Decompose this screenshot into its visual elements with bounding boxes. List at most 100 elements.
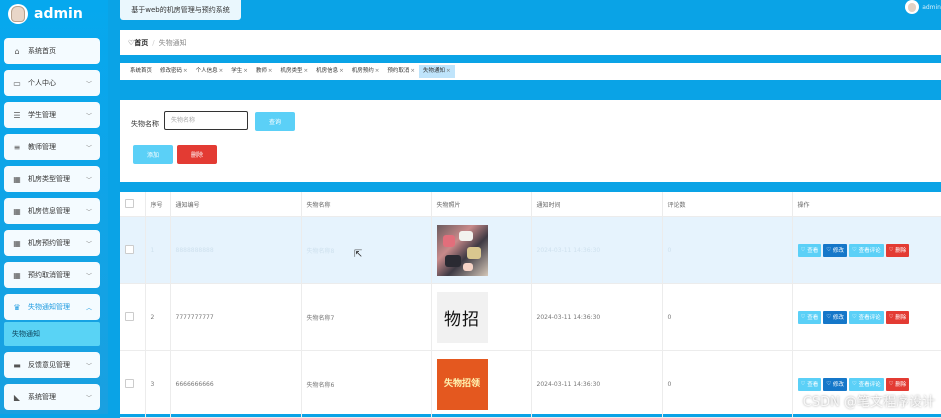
view-button[interactable]: ♡ 查看 [797,310,822,324]
breadcrumb-current: 失物通知 [158,38,187,47]
grid-icon: ▦ [13,270,21,280]
sidebar-item-feedback[interactable]: ▬ 反馈意见管理 ﹀ [4,352,100,378]
search-panel: 失物名称 查询 添加 删除 [120,100,941,182]
tab-booking-cancel[interactable]: 预约取消× [383,65,419,78]
lost-item-photo[interactable]: 物招 [436,291,488,343]
row-name: 失物名称8 [301,216,432,284]
edit-button[interactable]: ♡ 修改 [823,310,847,324]
row-delete-button[interactable]: ♡ 删除 [885,243,910,257]
sidebar-item-booking-cancel[interactable]: ▦ 预约取消管理 ﹀ [4,262,100,288]
search-input[interactable] [164,111,248,130]
view-comments-button[interactable]: ♡ 查看评论 [848,243,884,257]
header-select[interactable] [120,192,146,217]
tab-personal-info[interactable]: 个人信息× [192,65,228,78]
chevron-down-icon: ﹀ [85,112,92,120]
tab-room-type[interactable]: 机房类型× [277,65,313,78]
breadcrumb: ♡ 首页 / 失物通知 [120,30,941,55]
lost-item-photo[interactable] [436,224,488,276]
chevron-down-icon: ﹀ [85,272,92,280]
sidebar-item-room-types[interactable]: ▦ 机房类型管理 ﹀ [4,166,100,192]
tab-room-booking[interactable]: 机房预约× [348,65,384,78]
sidebar-item-home[interactable]: ⌂ 系统首页 [4,38,100,64]
view-comments-button[interactable]: ♡ 查看评论 [848,377,884,391]
row-select[interactable] [120,283,146,351]
query-button[interactable]: 查询 [255,112,295,131]
chevron-down-icon: ﹀ [85,176,92,184]
tab-home[interactable]: 系统首页 [126,65,156,78]
table-row[interactable]: 2 7777777777 失物名称7 物招 2024-03-11 14:36:3… [120,283,941,351]
row-delete-button[interactable]: ♡ 删除 [885,310,910,324]
close-icon[interactable]: × [339,68,344,74]
table-row[interactable]: 1 8888888888 失物名称8 2024-03-11 14:36:30 0 [120,216,941,284]
row-time: 2024-03-11 14:36:30 [531,350,663,418]
sidebar-item-lost-notice[interactable]: ♛ 失物通知管理 ︿ [4,294,100,320]
close-icon[interactable]: × [243,68,248,74]
row-code: 8888888888 [170,216,302,284]
breadcrumb-home[interactable]: 首页 [134,38,148,48]
row-select[interactable] [120,350,146,418]
header-index: 序号 [145,192,171,217]
sidebar-menu: ⌂ 系统首页 ▭ 个人中心 ﹀ ☰ 学生管理 ﹀ ≡ 教师管理 ﹀ ▦ 机房类型管理 ﹀ ▦ 机房信… [4,38,100,416]
avatar[interactable] [8,4,28,24]
home-icon: ⌂ [14,46,20,56]
row-actions: ♡ 查看 ♡ 修改 ♡ 查看评论 ♡ 删除 [792,283,941,351]
mouse-cursor-icon: ⇱ [354,249,363,260]
delete-button[interactable]: 删除 [177,145,217,164]
tab-student[interactable]: 学生× [227,65,252,78]
thumb-icon: ◣ [13,392,21,402]
watermark: CSDN @笔文程序设计 [802,395,935,410]
sidebar-item-system[interactable]: ◣ 系统管理 ﹀ [4,384,100,410]
lost-item-photo[interactable]: 失物招领 [436,358,488,410]
row-time: 2024-03-11 14:36:30 [531,283,663,351]
add-button[interactable]: 添加 [133,145,173,164]
row-actions: ♡ 查看 ♡ 修改 ♡ 查看评论 ♡ 删除 [792,216,941,284]
row-delete-button[interactable]: ♡ 删除 [885,377,910,391]
breadcrumb-separator: / [152,38,155,47]
view-button[interactable]: ♡ 查看 [797,243,822,257]
row-checkbox[interactable] [125,244,134,254]
close-icon[interactable]: × [219,68,224,74]
user-menu[interactable]: admin [905,0,941,14]
row-select[interactable] [120,216,146,284]
profile-card-icon: ▭ [13,78,21,88]
user-name: admin [922,3,941,11]
sidebar-item-teachers[interactable]: ≡ 教师管理 ﹀ [4,134,100,160]
close-icon[interactable]: × [268,68,273,74]
close-icon[interactable]: × [304,68,309,74]
monitor-icon: ▬ [13,360,21,370]
row-comments: 0 [662,283,793,351]
row-index: 1 [145,216,171,284]
select-all-checkbox[interactable] [125,198,134,208]
chevron-down-icon: ﹀ [85,394,92,402]
header-actions: 操作 [792,192,941,217]
edit-button[interactable]: ♡ 修改 [823,377,847,391]
sidebar-item-profile[interactable]: ▭ 个人中心 ﹀ [4,70,100,96]
sidebar-item-room-booking[interactable]: ▦ 机房预约管理 ﹀ [4,230,100,256]
close-icon[interactable]: × [183,68,188,74]
row-photo: 失物招领 [431,350,532,418]
grid-icon: ▦ [13,174,21,184]
view-button[interactable]: ♡ 查看 [797,377,822,391]
tab-lost-notice[interactable]: 失物通知× [419,65,455,78]
header-time: 通知时间 [531,192,663,217]
close-icon[interactable]: × [410,68,415,74]
sidebar-item-students[interactable]: ☰ 学生管理 ﹀ [4,102,100,128]
tab-teacher[interactable]: 教师× [252,65,277,78]
sidebar-item-room-info[interactable]: ▦ 机房信息管理 ﹀ [4,198,100,224]
header-photo: 失物照片 [431,192,532,217]
row-checkbox[interactable] [125,311,134,321]
row-photo [431,216,532,284]
tab-room-info[interactable]: 机房信息× [312,65,348,78]
close-icon[interactable]: × [375,68,380,74]
close-icon[interactable]: × [446,68,451,74]
submenu-item-lost-notice[interactable]: 失物通知 [4,322,100,346]
header-code: 通知编号 [170,192,302,217]
edit-button[interactable]: ♡ 修改 [823,243,847,257]
header-comments: 评论数 [662,192,793,217]
view-comments-button[interactable]: ♡ 查看评论 [848,310,884,324]
row-index: 2 [145,283,171,351]
tab-change-password[interactable]: 修改密码× [156,65,192,78]
row-comments: 0 [662,216,793,284]
row-checkbox[interactable] [125,378,134,388]
list-icon: ≡ [13,142,21,152]
